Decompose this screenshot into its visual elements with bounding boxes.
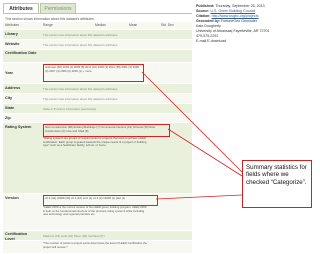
callout-text: Summary statistics for fields where we c…	[246, 164, 307, 186]
callout-box: Summary statistics for fields where we c…	[242, 160, 312, 208]
connector-year	[141, 71, 243, 173]
table-row: *The number of points a project earns de…	[3, 241, 192, 254]
connector-version	[155, 194, 243, 200]
certification-level-note: *The number of points a project earns de…	[43, 241, 148, 249]
connector-rating-system	[167, 128, 243, 177]
